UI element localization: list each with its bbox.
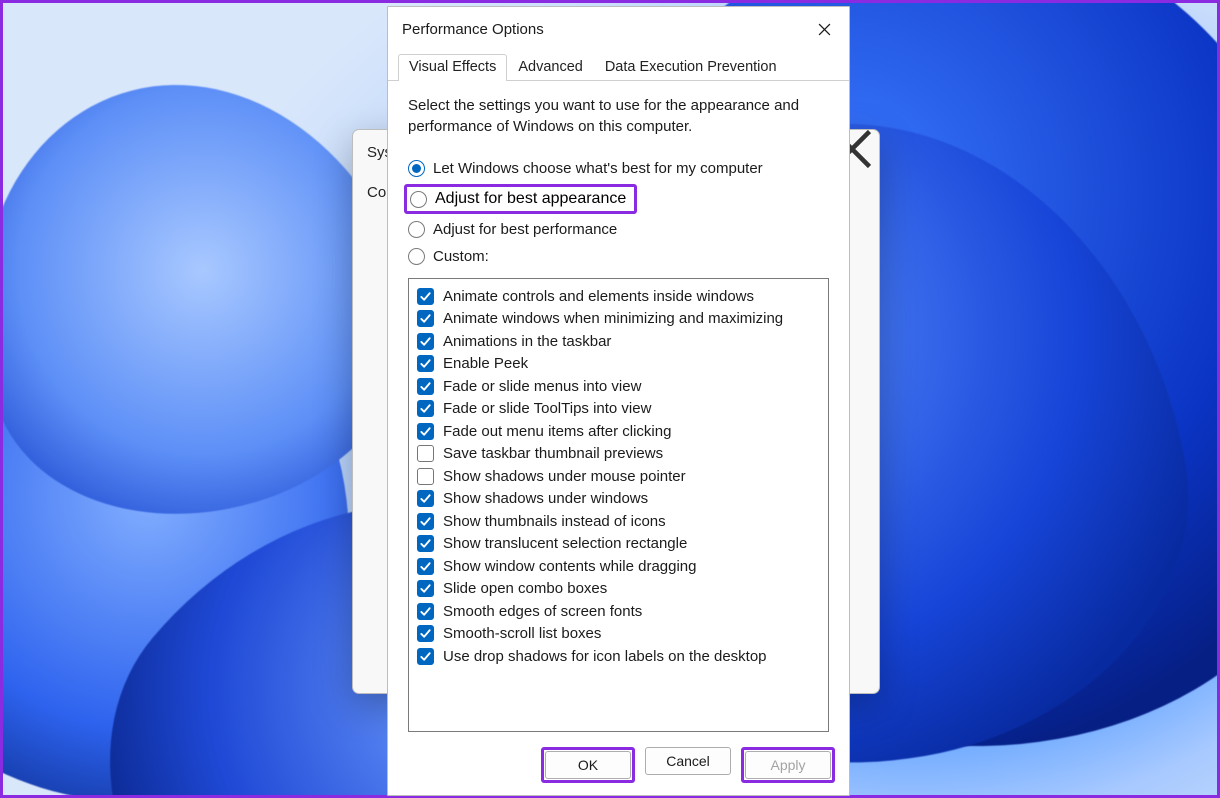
effect-option-label: Show thumbnails instead of icons bbox=[443, 512, 666, 532]
radio-indicator[interactable] bbox=[408, 221, 425, 238]
highlight-box: Apply bbox=[741, 747, 835, 783]
checkbox[interactable] bbox=[417, 288, 434, 305]
preset-radio-option[interactable]: Adjust for best performance bbox=[408, 216, 829, 243]
effect-option[interactable]: Use drop shadows for icon labels on the … bbox=[417, 645, 820, 668]
effect-option[interactable]: Smooth-scroll list boxes bbox=[417, 623, 820, 646]
panel-description: Select the settings you want to use for … bbox=[408, 95, 829, 137]
checkbox[interactable] bbox=[417, 535, 434, 552]
effect-option-label: Slide open combo boxes bbox=[443, 579, 607, 599]
effect-option[interactable]: Show translucent selection rectangle bbox=[417, 533, 820, 556]
effect-option[interactable]: Show shadows under windows bbox=[417, 488, 820, 511]
checkbox[interactable] bbox=[417, 333, 434, 350]
checkbox[interactable] bbox=[417, 580, 434, 597]
radio-label: Let Windows choose what's best for my co… bbox=[433, 160, 763, 177]
tab-advanced[interactable]: Advanced bbox=[507, 54, 594, 81]
effect-option[interactable]: Show shadows under mouse pointer bbox=[417, 465, 820, 488]
effect-option-label: Smooth edges of screen fonts bbox=[443, 602, 642, 622]
effect-option-label: Fade out menu items after clicking bbox=[443, 422, 671, 442]
tab-data-execution-prevention[interactable]: Data Execution Prevention bbox=[594, 54, 788, 81]
cancel-button[interactable]: Cancel bbox=[645, 747, 731, 775]
effect-option[interactable]: Animate windows when minimizing and maxi… bbox=[417, 308, 820, 331]
checkbox[interactable] bbox=[417, 378, 434, 395]
effect-option-label: Fade or slide ToolTips into view bbox=[443, 399, 651, 419]
preset-radio-option[interactable]: Custom: bbox=[408, 243, 829, 270]
effect-option-label: Show shadows under mouse pointer bbox=[443, 467, 686, 487]
checkbox[interactable] bbox=[417, 468, 434, 485]
checkbox[interactable] bbox=[417, 490, 434, 507]
checkbox[interactable] bbox=[417, 310, 434, 327]
effect-option-label: Animations in the taskbar bbox=[443, 332, 611, 352]
effect-option[interactable]: Fade or slide ToolTips into view bbox=[417, 398, 820, 421]
effect-option[interactable]: Fade or slide menus into view bbox=[417, 375, 820, 398]
checkbox[interactable] bbox=[417, 355, 434, 372]
effect-option-label: Show window contents while dragging bbox=[443, 557, 696, 577]
tab-visual-effects[interactable]: Visual Effects bbox=[398, 54, 507, 81]
ok-button[interactable]: OK bbox=[545, 751, 631, 779]
effect-option-label: Save taskbar thumbnail previews bbox=[443, 444, 663, 464]
radio-indicator[interactable] bbox=[408, 248, 425, 265]
effect-option[interactable]: Enable Peek bbox=[417, 353, 820, 376]
radio-label: Adjust for best performance bbox=[433, 221, 617, 238]
radio-label: Custom: bbox=[433, 248, 489, 265]
close-icon bbox=[818, 23, 831, 36]
effect-option-label: Animate controls and elements inside win… bbox=[443, 287, 754, 307]
checkbox[interactable] bbox=[417, 558, 434, 575]
effect-option-label: Fade or slide menus into view bbox=[443, 377, 641, 397]
radio-indicator[interactable] bbox=[410, 191, 427, 208]
visual-effects-panel: Select the settings you want to use for … bbox=[388, 81, 849, 740]
effect-option-label: Animate windows when minimizing and maxi… bbox=[443, 309, 783, 329]
highlight-box: OK bbox=[541, 747, 635, 783]
effect-option[interactable]: Show window contents while dragging bbox=[417, 555, 820, 578]
effect-option[interactable]: Show thumbnails instead of icons bbox=[417, 510, 820, 533]
effect-option[interactable]: Animate controls and elements inside win… bbox=[417, 285, 820, 308]
dialog-titlebar[interactable]: Performance Options bbox=[388, 7, 849, 51]
effect-option-label: Smooth-scroll list boxes bbox=[443, 624, 601, 644]
checkbox[interactable] bbox=[417, 423, 434, 440]
checkbox[interactable] bbox=[417, 625, 434, 642]
dialog-button-bar: OK Cancel Apply bbox=[541, 747, 835, 783]
radio-indicator[interactable] bbox=[408, 160, 425, 177]
dialog-title: Performance Options bbox=[402, 21, 803, 38]
checkbox[interactable] bbox=[417, 603, 434, 620]
highlight-box: Adjust for best appearance bbox=[404, 184, 637, 214]
checkbox[interactable] bbox=[417, 445, 434, 462]
effect-option-label: Show translucent selection rectangle bbox=[443, 534, 687, 554]
checkbox[interactable] bbox=[417, 400, 434, 417]
effect-option[interactable]: Save taskbar thumbnail previews bbox=[417, 443, 820, 466]
radio-label: Adjust for best appearance bbox=[435, 190, 626, 208]
apply-button[interactable]: Apply bbox=[745, 751, 831, 779]
checkbox[interactable] bbox=[417, 648, 434, 665]
effect-option[interactable]: Animations in the taskbar bbox=[417, 330, 820, 353]
tab-strip: Visual EffectsAdvancedData Execution Pre… bbox=[388, 53, 849, 81]
checkbox[interactable] bbox=[417, 513, 434, 530]
performance-options-dialog: Performance Options Visual EffectsAdvanc… bbox=[387, 6, 850, 796]
effect-option-label: Use drop shadows for icon labels on the … bbox=[443, 647, 767, 667]
close-button[interactable] bbox=[803, 14, 845, 44]
effect-option[interactable]: Fade out menu items after clicking bbox=[417, 420, 820, 443]
effect-option-label: Show shadows under windows bbox=[443, 489, 648, 509]
effects-listbox[interactable]: Animate controls and elements inside win… bbox=[408, 278, 829, 732]
preset-radio-option[interactable]: Let Windows choose what's best for my co… bbox=[408, 155, 829, 182]
effect-option-label: Enable Peek bbox=[443, 354, 528, 374]
bg-window-subtitle-fragment: Co bbox=[367, 184, 386, 201]
effect-option[interactable]: Smooth edges of screen fonts bbox=[417, 600, 820, 623]
effect-option[interactable]: Slide open combo boxes bbox=[417, 578, 820, 601]
preset-radio-group: Let Windows choose what's best for my co… bbox=[408, 155, 829, 270]
